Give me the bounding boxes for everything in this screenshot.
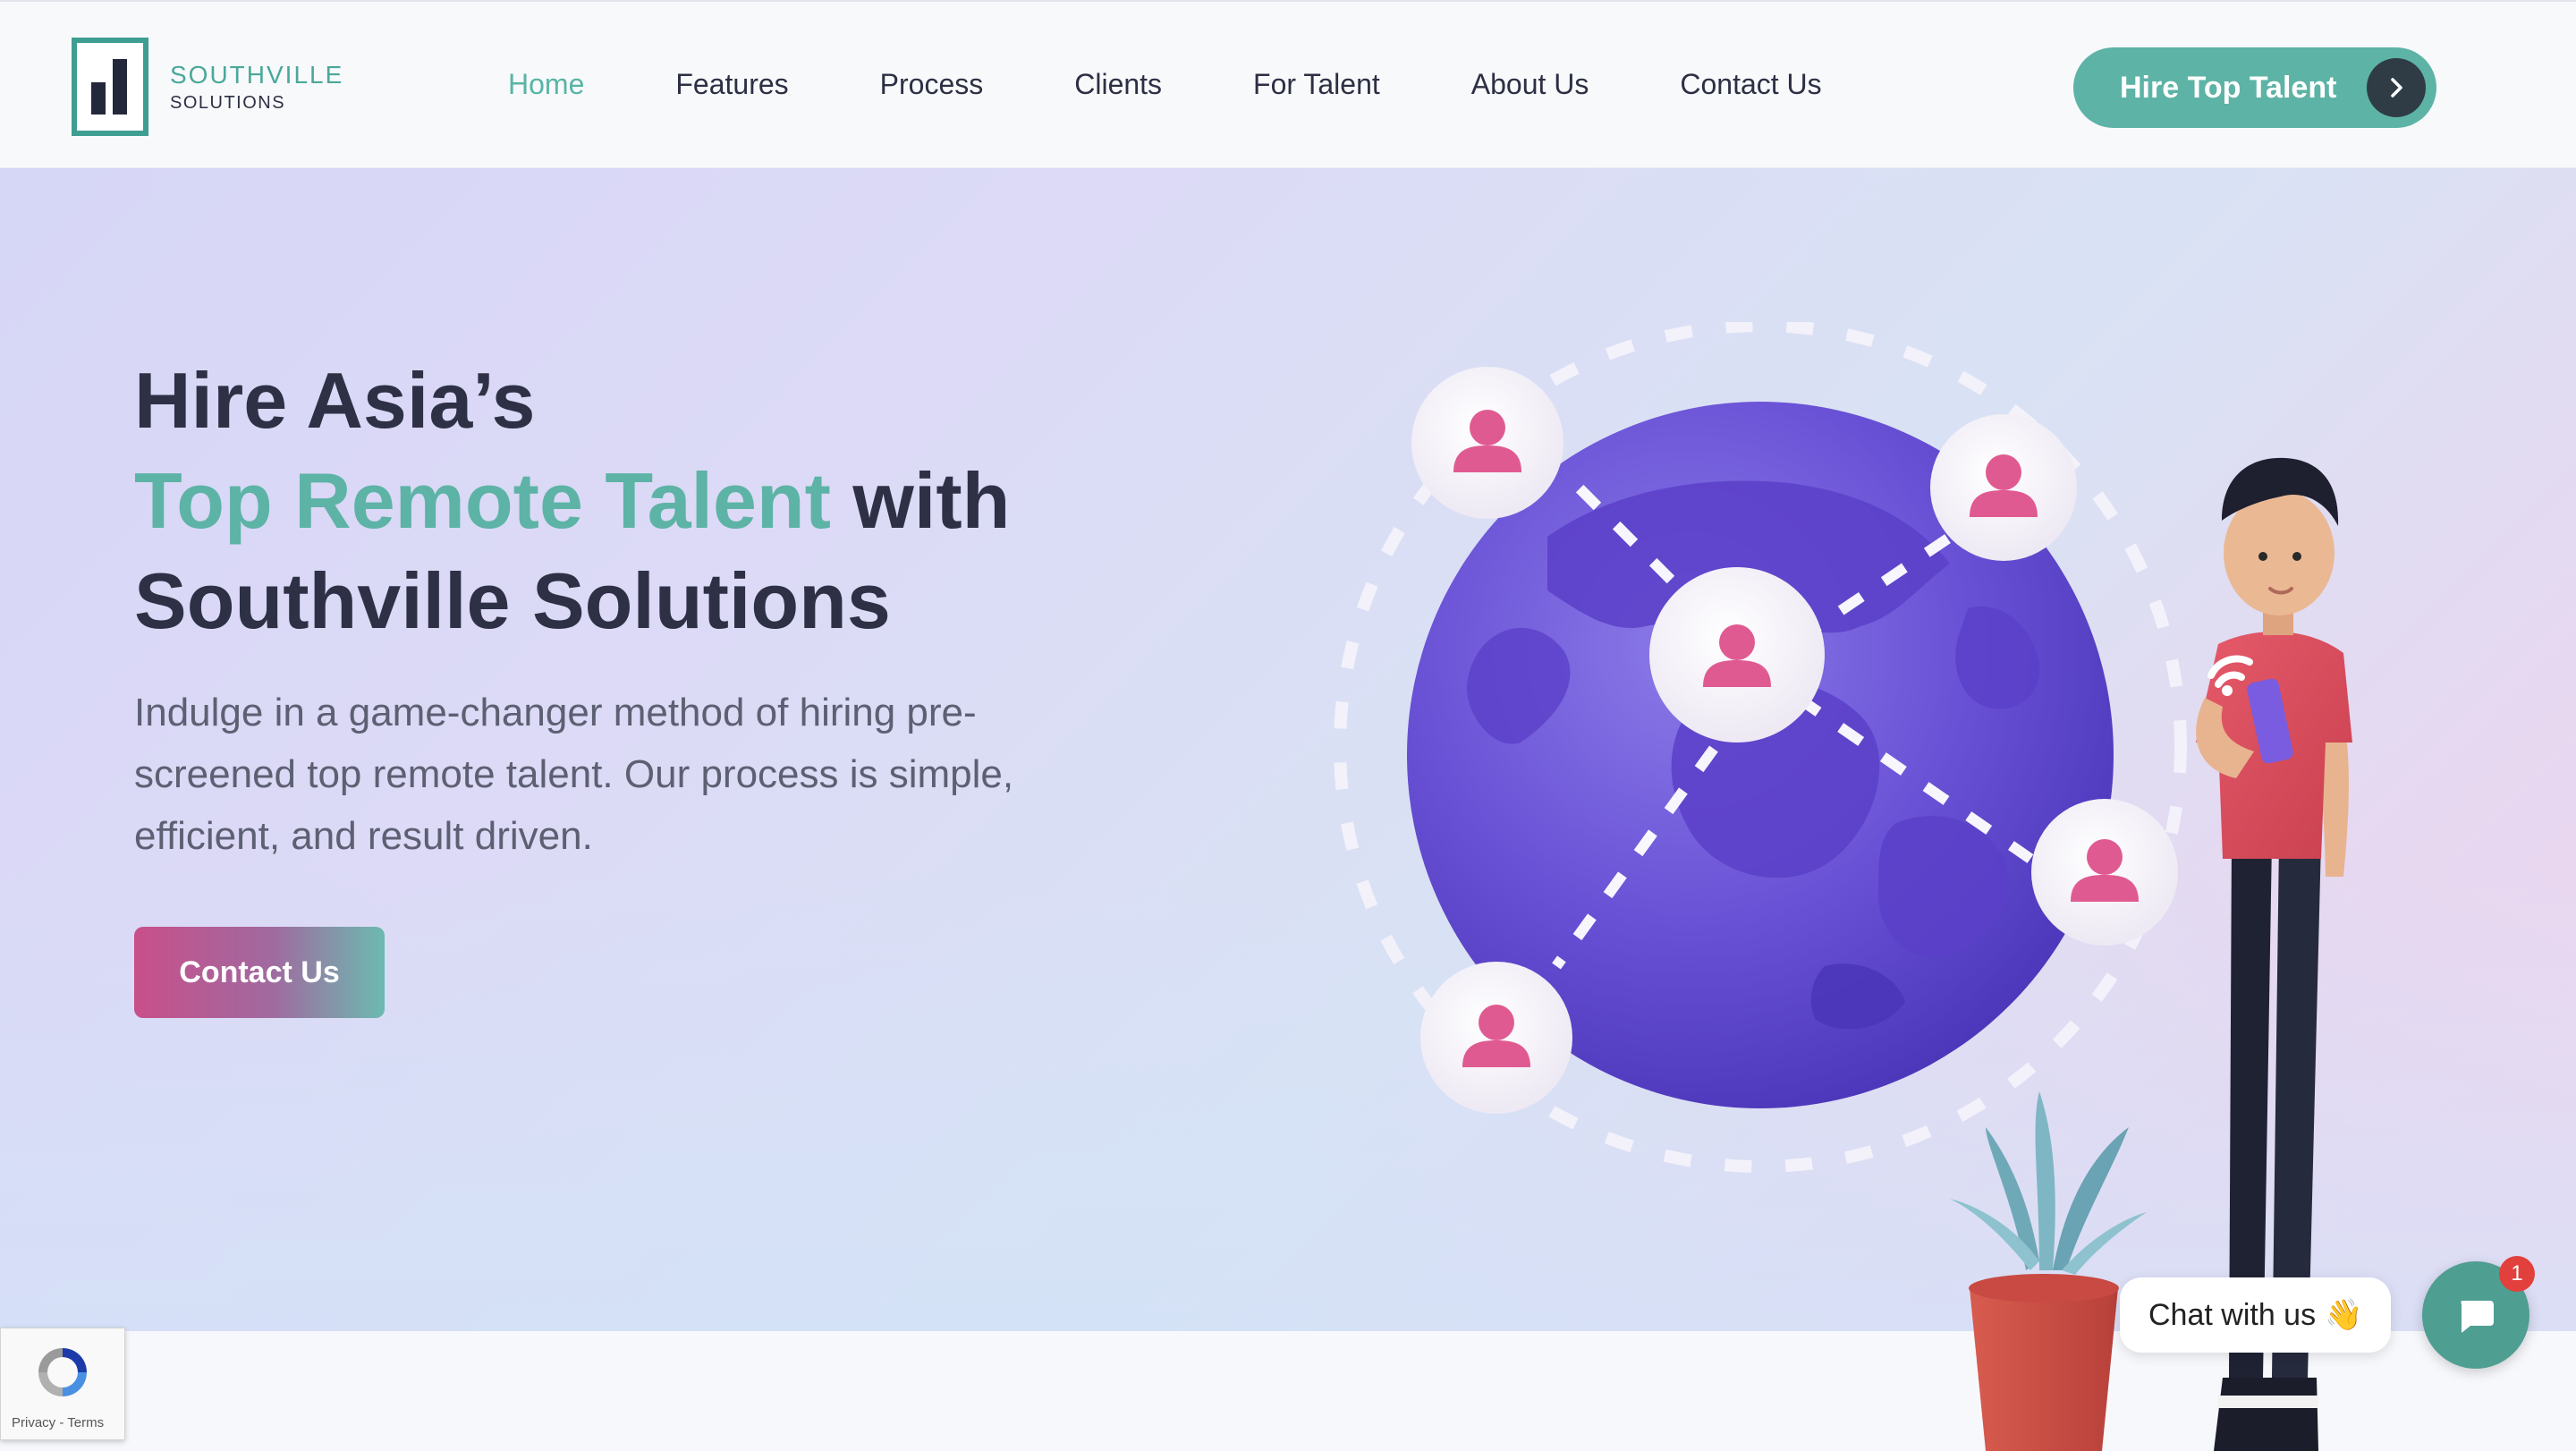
headline-line3: Southville Solutions [134, 556, 891, 645]
recaptcha-badge[interactable]: Privacy - Terms [0, 1328, 125, 1440]
hero-illustration [1334, 322, 2352, 1451]
headline-line1: Hire Asia’s [134, 356, 536, 445]
chat-with-us-bubble[interactable]: Chat with us 👋 [2120, 1277, 2392, 1353]
nav-clients[interactable]: Clients [1074, 68, 1162, 101]
nav-contact-us[interactable]: Contact Us [1680, 68, 1821, 101]
headline-accent: Top Remote Talent [134, 456, 831, 545]
nav-for-talent[interactable]: For Talent [1253, 68, 1380, 101]
main-nav: Home Features Process Clients For Talent… [508, 68, 1913, 101]
waving-hand-icon: 👋 [2325, 1298, 2363, 1332]
logo-text: SOUTHVILLE SOLUTIONS [170, 61, 343, 114]
hire-top-talent-label: Hire Top Talent [2120, 70, 2337, 105]
logo-line1: SOUTHVILLE [170, 60, 344, 89]
logo-mark-icon [72, 38, 148, 136]
hero-headline: Hire Asia’s Top Remote Talent with South… [134, 351, 1010, 651]
talent-avatar-icon [1420, 962, 1572, 1114]
nav-home[interactable]: Home [508, 68, 584, 101]
talent-avatar-icon [1649, 567, 1825, 742]
chat-icon [2461, 1301, 2494, 1333]
nav-about-us[interactable]: About Us [1471, 68, 1589, 101]
talent-avatar-icon [1930, 414, 2077, 561]
talent-avatar-icon [1411, 367, 1563, 519]
hero-subtext: Indulge in a game-changer method of hiri… [134, 691, 1014, 858]
contact-us-button[interactable]: Contact Us [134, 927, 385, 1018]
chevron-right-icon [2367, 58, 2426, 117]
site-header: SOUTHVILLE SOLUTIONS Home Features Proce… [0, 0, 2576, 168]
chat-unread-badge: 1 [2499, 1256, 2535, 1292]
talent-avatar-icon [2031, 799, 2178, 946]
recaptcha-links[interactable]: Privacy - Terms [12, 1415, 104, 1430]
nav-features[interactable]: Features [675, 68, 788, 101]
logo[interactable]: SOUTHVILLE SOLUTIONS [72, 38, 343, 136]
logo-line2: SOLUTIONS [170, 92, 286, 113]
headline-line2-rest: with [830, 456, 1011, 545]
nav-process[interactable]: Process [880, 68, 984, 101]
hire-top-talent-button[interactable]: Hire Top Talent [2073, 47, 2436, 128]
recaptcha-icon [38, 1348, 87, 1396]
chat-bubble-text: Chat with us [2148, 1297, 2317, 1332]
plant-icon [1950, 1091, 2147, 1451]
